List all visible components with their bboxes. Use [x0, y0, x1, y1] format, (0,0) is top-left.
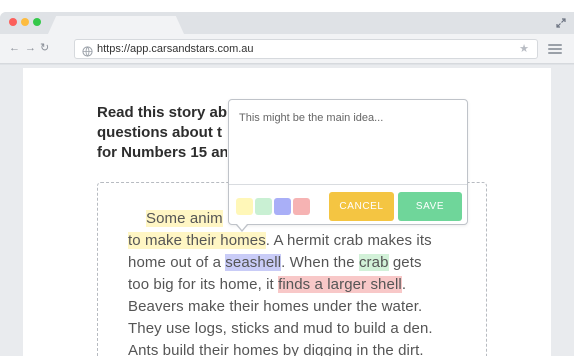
- story-line: home out of a seashell. When the crab ge…: [128, 252, 488, 274]
- story-text-segment: home out of a: [128, 254, 226, 271]
- story-text-segment: gets: [388, 254, 422, 271]
- highlight-blue[interactable]: seashell: [225, 254, 282, 271]
- story-line: too big for its home, it finds a larger …: [128, 274, 488, 296]
- highlight-yellow[interactable]: to make their homes: [128, 232, 266, 249]
- hamburger-menu-icon[interactable]: [548, 44, 562, 54]
- minimize-window-button[interactable]: [21, 18, 29, 26]
- color-swatch-pink[interactable]: [293, 198, 310, 215]
- story-text-segment: too big for its home, it: [128, 276, 279, 293]
- color-swatch-blue[interactable]: [274, 198, 291, 215]
- url-text: https://app.carsandstars.com.au: [97, 43, 254, 55]
- story-text-segment: Beavers make their homes under the water…: [128, 298, 423, 315]
- story-line: Beavers make their homes under the water…: [128, 296, 488, 318]
- story-text-segment: They use logs, sticks and mud to build a…: [128, 320, 433, 337]
- highlight-yellow[interactable]: Some anim: [146, 210, 223, 227]
- story-text-segment: . A hermit crab makes its: [265, 232, 432, 249]
- story-line: to make their homes. A hermit crab makes…: [128, 230, 488, 252]
- reload-icon[interactable]: ↻: [40, 42, 49, 54]
- star-icon[interactable]: ★: [519, 43, 529, 56]
- highlight-pink[interactable]: finds a larger shell: [278, 276, 402, 293]
- color-swatch-yellow[interactable]: [236, 198, 253, 215]
- browser-toolbar: ← → ↻ https://app.carsandstars.com.au ★: [0, 34, 574, 64]
- instructions-heading: Read this story ab questions about t for…: [97, 103, 227, 163]
- address-bar[interactable]: https://app.carsandstars.com.au ★: [74, 39, 538, 59]
- story-text-segment: Ants build their homes by digging in the…: [128, 342, 424, 356]
- arrow-right-icon[interactable]: →: [25, 42, 36, 54]
- annotation-input[interactable]: This might be the main idea...: [239, 111, 383, 125]
- heading-line: Read this story ab: [97, 104, 227, 121]
- popup-divider: [229, 184, 467, 185]
- story-text[interactable]: Some anim to make their homes. A hermit c…: [128, 208, 488, 356]
- popup-caret: [236, 224, 248, 232]
- tab-strip: [0, 12, 574, 34]
- heading-line: for Numbers 15 an: [97, 144, 227, 161]
- highlight-green[interactable]: crab: [358, 254, 389, 271]
- expand-icon[interactable]: [556, 18, 566, 28]
- save-button[interactable]: SAVE: [398, 192, 462, 221]
- heading-line: questions about t: [97, 124, 222, 141]
- browser-tab[interactable]: [48, 16, 184, 34]
- maximize-window-button[interactable]: [33, 18, 41, 26]
- arrow-left-icon[interactable]: ←: [9, 42, 20, 54]
- story-text-segment: . When the: [281, 254, 359, 271]
- close-window-button[interactable]: [9, 18, 17, 26]
- globe-icon: [82, 44, 93, 57]
- story-text-segment: .: [401, 276, 407, 293]
- cancel-button[interactable]: CANCEL: [329, 192, 394, 221]
- story-line: Ants build their homes by digging in the…: [128, 340, 488, 356]
- annotation-popup: This might be the main idea... CANCEL SA…: [228, 99, 468, 232]
- story-line: They use logs, sticks and mud to build a…: [128, 318, 488, 340]
- color-swatch-green[interactable]: [255, 198, 272, 215]
